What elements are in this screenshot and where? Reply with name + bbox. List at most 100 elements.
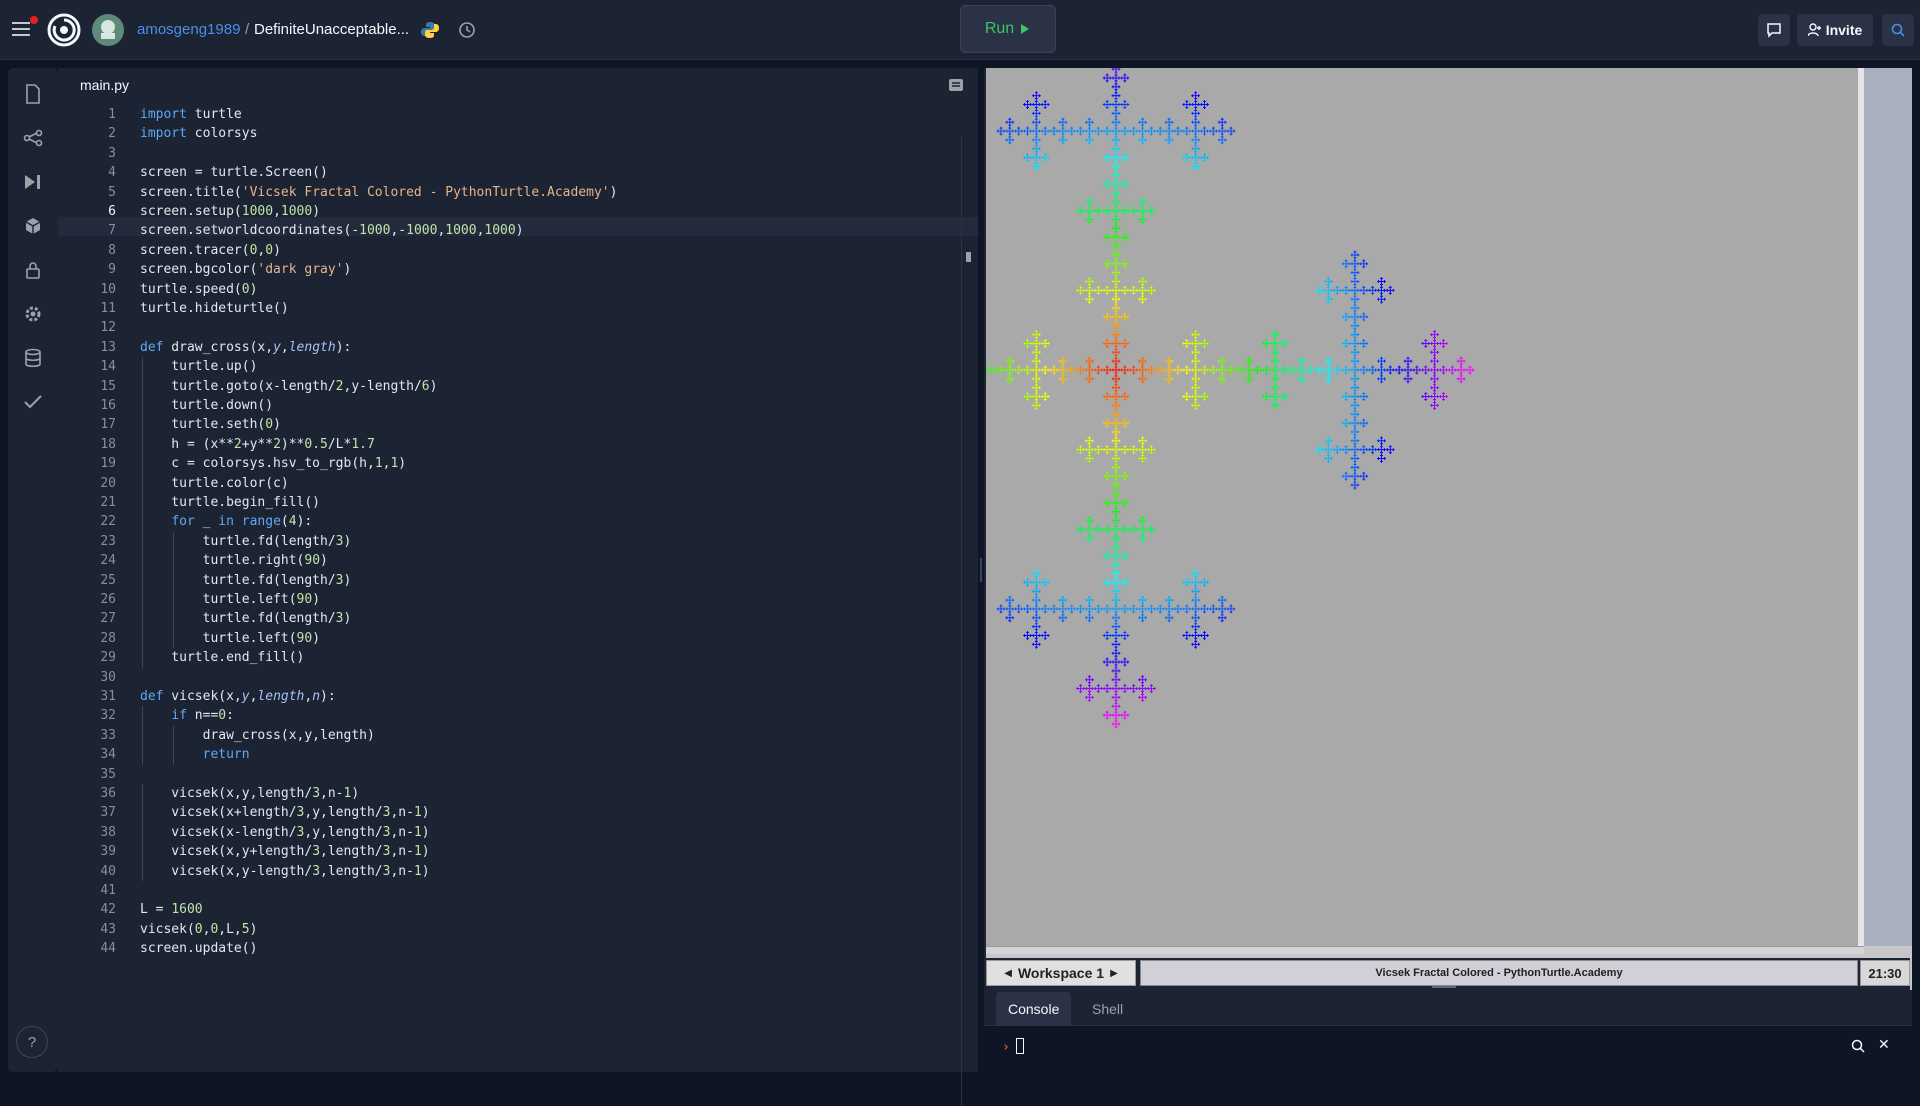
code-line[interactable]: screen.title('Vicsek Fractal Colored - P… bbox=[140, 183, 617, 202]
fractal-cross bbox=[1362, 265, 1366, 269]
repl-name[interactable]: DefiniteUnacceptable... bbox=[254, 21, 409, 38]
code-line[interactable]: turtle.left(90) bbox=[140, 590, 320, 609]
gear-icon[interactable] bbox=[21, 302, 45, 326]
code-line[interactable]: turtle.color(c) bbox=[140, 474, 288, 493]
line-number: 28 bbox=[100, 630, 116, 646]
replit-logo-icon[interactable] bbox=[46, 12, 82, 48]
code-area[interactable]: 1 import turtle 2 import colorsys 3 4 screen =… bbox=[58, 102, 978, 1106]
fractal-cross bbox=[1382, 280, 1386, 283]
fractal-cross bbox=[1344, 395, 1348, 399]
database-icon[interactable] bbox=[21, 346, 45, 370]
tab-main-py[interactable]: main.py bbox=[70, 68, 140, 102]
code-line[interactable]: draw_cross(x,y,length) bbox=[140, 726, 375, 745]
search-button[interactable] bbox=[1882, 14, 1914, 46]
code-line[interactable]: turtle.fd(length/3) bbox=[140, 532, 352, 551]
history-icon[interactable] bbox=[457, 20, 477, 40]
packages-icon[interactable] bbox=[21, 214, 45, 238]
fractal-cross bbox=[1353, 445, 1357, 449]
owner-link[interactable]: amosgeng1989 bbox=[137, 21, 240, 38]
code-line[interactable]: turtle.down() bbox=[140, 396, 273, 415]
fractal-cross bbox=[1141, 530, 1145, 534]
code-line[interactable]: turtle.speed(0) bbox=[140, 280, 257, 299]
code-line[interactable]: for _ in range(4): bbox=[140, 512, 312, 531]
code-line[interactable]: vicsek(x+length/3,y,length/3,n-1) bbox=[140, 803, 429, 822]
avatar[interactable] bbox=[92, 14, 124, 46]
menu-icon[interactable] bbox=[12, 16, 38, 42]
fractal-cross bbox=[1102, 713, 1106, 717]
code-line[interactable]: turtle.seth(0) bbox=[140, 415, 281, 434]
fractal-cross bbox=[1365, 448, 1369, 452]
code-line[interactable]: screen.setworldcoordinates(-1000,-1000,1… bbox=[140, 221, 524, 240]
divider-handle[interactable] bbox=[980, 558, 982, 582]
code-line[interactable]: screen.bgcolor('dark gray') bbox=[140, 260, 351, 279]
canvas-horizontal-scrollbar[interactable] bbox=[986, 946, 1864, 954]
fractal-cross bbox=[1430, 350, 1434, 354]
code-line[interactable]: turtle.begin_fill() bbox=[140, 493, 320, 512]
fractal-cross bbox=[1087, 690, 1091, 694]
fractal-cross bbox=[1061, 141, 1065, 145]
fractal-cross bbox=[1194, 365, 1198, 369]
code-line[interactable]: turtle.right(90) bbox=[140, 551, 328, 570]
code-line[interactable]: screen.update() bbox=[140, 939, 257, 958]
split-handle[interactable] bbox=[1432, 986, 1456, 988]
editor-scroll-track[interactable] bbox=[961, 136, 962, 1106]
fractal-cross bbox=[1356, 288, 1360, 292]
workspace-prev-icon[interactable]: ◀ bbox=[1004, 968, 1012, 979]
files-icon[interactable] bbox=[21, 82, 45, 106]
editor-scrollbar[interactable] bbox=[966, 252, 971, 262]
code-line[interactable]: turtle.hideturtle() bbox=[140, 299, 289, 318]
tab-shell[interactable]: Shell bbox=[1080, 992, 1135, 1026]
fractal-cross bbox=[1167, 135, 1171, 139]
code-line[interactable]: import colorsys bbox=[140, 124, 257, 143]
fractal-cross bbox=[1111, 501, 1115, 505]
fractal-cross bbox=[1123, 291, 1127, 295]
code-line[interactable]: vicsek(x,y,length/3,n-1) bbox=[140, 784, 359, 803]
code-line[interactable]: turtle.left(90) bbox=[140, 629, 320, 648]
check-icon[interactable] bbox=[21, 390, 45, 414]
code-line[interactable]: turtle.up() bbox=[140, 357, 257, 376]
chat-button[interactable] bbox=[1758, 14, 1790, 46]
code-line[interactable]: vicsek(0,0,L,5) bbox=[140, 920, 257, 939]
editor-menu-icon[interactable] bbox=[948, 78, 964, 92]
canvas-vertical-scrollbar[interactable] bbox=[1864, 68, 1912, 946]
code-line[interactable]: return bbox=[140, 745, 250, 764]
run-button[interactable]: Run bbox=[960, 5, 1056, 53]
fractal-cross bbox=[1341, 262, 1345, 266]
code-line[interactable]: screen = turtle.Screen() bbox=[140, 163, 328, 182]
fractal-cross bbox=[1220, 359, 1224, 363]
code-line[interactable]: turtle.goto(x-length/2,y-length/6) bbox=[140, 377, 437, 396]
code-line[interactable]: h = (x**2+y**2)**0.5/L*1.7 bbox=[140, 435, 375, 454]
invite-button[interactable]: Invite bbox=[1797, 14, 1873, 46]
code-line[interactable]: import turtle bbox=[140, 105, 242, 124]
code-line[interactable]: c = colorsys.hsv_to_rgb(h,1,1) bbox=[140, 454, 406, 473]
fractal-cross bbox=[1294, 368, 1298, 372]
python-icon[interactable] bbox=[420, 20, 440, 40]
code-line[interactable]: def vicsek(x,y,length,n): bbox=[140, 687, 336, 706]
code-line[interactable]: L = 1600 bbox=[140, 900, 203, 919]
fractal-cross bbox=[1194, 347, 1198, 351]
lock-icon[interactable] bbox=[21, 258, 45, 282]
window-title-box[interactable]: Vicsek Fractal Colored - PythonTurtle.Ac… bbox=[1140, 960, 1858, 986]
workspace-next-icon[interactable]: ▶ bbox=[1110, 968, 1118, 979]
version-control-icon[interactable] bbox=[21, 126, 45, 150]
debugger-icon[interactable] bbox=[21, 170, 45, 194]
console-close-icon[interactable]: ✕ bbox=[1878, 1036, 1890, 1053]
tab-console[interactable]: Console bbox=[996, 992, 1072, 1026]
console-body[interactable]: › ✕ bbox=[984, 1026, 1912, 1072]
code-line[interactable]: def draw_cross(x,y,length): bbox=[140, 338, 351, 357]
code-line[interactable]: vicsek(x,y+length/3,length/3,n-1) bbox=[140, 842, 429, 861]
workspace-switcher[interactable]: ◀ Workspace 1 ▶ bbox=[986, 960, 1136, 986]
fractal-cross bbox=[1017, 371, 1021, 375]
code-line[interactable]: if n==0: bbox=[140, 706, 234, 725]
code-line[interactable]: vicsek(x-length/3,y,length/3,n-1) bbox=[140, 823, 429, 842]
code-line[interactable]: screen.setup(1000,1000) bbox=[140, 202, 320, 221]
fractal-cross bbox=[1433, 395, 1437, 399]
code-line[interactable]: vicsek(x,y-length/3,length/3,n-1) bbox=[140, 862, 429, 881]
code-line[interactable]: turtle.end_fill() bbox=[140, 648, 304, 667]
help-button[interactable]: ? bbox=[16, 1026, 48, 1058]
console-search-icon[interactable] bbox=[1850, 1038, 1866, 1054]
fractal-cross bbox=[1079, 684, 1083, 688]
code-line[interactable]: turtle.fd(length/3) bbox=[140, 571, 352, 590]
code-line[interactable]: turtle.fd(length/3) bbox=[140, 609, 352, 628]
code-line[interactable]: screen.tracer(0,0) bbox=[140, 241, 281, 260]
